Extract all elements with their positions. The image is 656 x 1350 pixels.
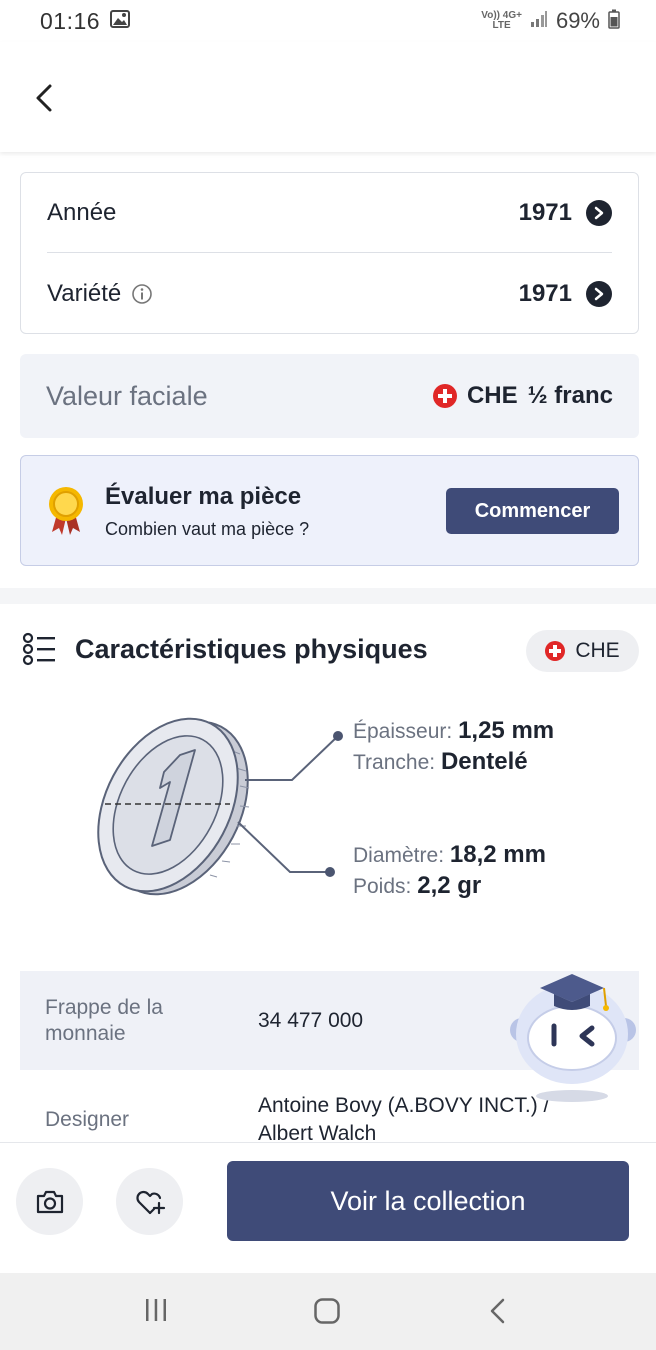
system-navigation-bar (0, 1273, 656, 1350)
year-value: 1971 (518, 198, 572, 226)
list-icon (22, 632, 56, 671)
signal-icon (530, 10, 548, 33)
evaluate-subtitle: Combien vaut ma pièce ? (105, 519, 310, 539)
face-value: CHE ½ franc (432, 382, 613, 410)
face-value-card: Valeur faciale CHE ½ franc (20, 354, 639, 438)
face-value-label: Valeur faciale (46, 380, 208, 411)
variety-value: 1971 (518, 280, 572, 307)
add-favorite-button[interactable] (116, 1168, 183, 1235)
gallery-icon (110, 10, 130, 33)
evaluate-title: Évaluer ma pièce (105, 483, 302, 510)
camera-button[interactable] (16, 1168, 83, 1235)
physical-characteristics-title: Caractéristiques physiques (75, 634, 428, 664)
weight-label: Poids: (353, 875, 412, 898)
edge-label: Tranche: (353, 751, 436, 774)
weight-value: 2,2 gr (417, 872, 482, 899)
section-divider (0, 588, 656, 604)
coin-specs: Épaisseur: 1,25 mm Tranche: Dentelé Diam… (0, 700, 656, 930)
variety-selector[interactable]: Variété 1971 (47, 254, 612, 334)
edge-value: Dentelé (440, 748, 528, 775)
medal-icon (47, 486, 85, 541)
year-selector[interactable]: Année 1971 (47, 173, 612, 253)
thickness-edge-spec: Épaisseur: 1,25 mm Tranche: Dentelé (353, 716, 554, 778)
designer-label: Designer (45, 1108, 130, 1131)
diameter-label: Diamètre: (353, 844, 445, 867)
start-button[interactable]: Commencer (446, 488, 619, 534)
recent-apps-icon (146, 1299, 166, 1321)
status-time: 01:16 (40, 8, 101, 34)
home-button[interactable] (313, 1297, 341, 1330)
assistant-robot-icon[interactable] (500, 964, 640, 1109)
bottom-action-bar: Voir la collection (0, 1142, 656, 1273)
swiss-flag-icon (545, 641, 566, 661)
status-bar: 01:16 Vo)) 4G+ LTE 69% (0, 0, 656, 42)
face-value-country: CHE (466, 382, 518, 409)
thickness-label: Épaisseur: (353, 720, 453, 743)
diameter-value: 18,2 mm (449, 841, 546, 868)
heart-plus-icon (135, 1190, 165, 1214)
year-variety-card: Année 1971 Variété 1971 (20, 172, 639, 334)
swiss-flag-icon (432, 384, 457, 408)
thickness-value: 1,25 mm (458, 717, 555, 744)
diameter-weight-spec: Diamètre: 18,2 mm Poids: 2,2 gr (353, 840, 546, 902)
back-icon (490, 1298, 505, 1324)
country-chip-label: CHE (575, 639, 620, 662)
chevron-left-icon (36, 84, 52, 112)
country-chip[interactable]: CHE (526, 630, 639, 672)
variety-label: Variété (47, 280, 122, 307)
battery-level: 69% (555, 8, 600, 33)
back-button[interactable] (30, 80, 62, 116)
physical-characteristics-header: Caractéristiques physiques CHE (0, 604, 656, 694)
home-icon (314, 1298, 340, 1324)
info-icon[interactable] (131, 283, 153, 310)
mintage-label: Frappe de la monnaie (45, 995, 163, 1045)
chevron-right-icon (586, 281, 612, 307)
app-header (0, 42, 656, 152)
recent-apps-button[interactable] (143, 1297, 169, 1328)
status-indicators: Vo)) 4G+ LTE 69% (481, 8, 620, 34)
network-indicator: Vo)) 4G+ LTE (481, 10, 522, 31)
battery-icon (608, 9, 620, 34)
face-value-amount: ½ franc (527, 382, 613, 409)
coin-illustration (97, 717, 343, 896)
system-back-button[interactable] (486, 1297, 510, 1330)
view-collection-button[interactable]: Voir la collection (227, 1161, 629, 1241)
evaluate-coin-card: Évaluer ma pièce Combien vaut ma pièce ?… (20, 455, 639, 566)
chevron-right-icon (586, 199, 612, 226)
camera-icon (36, 1190, 63, 1213)
year-label: Année (47, 198, 117, 226)
